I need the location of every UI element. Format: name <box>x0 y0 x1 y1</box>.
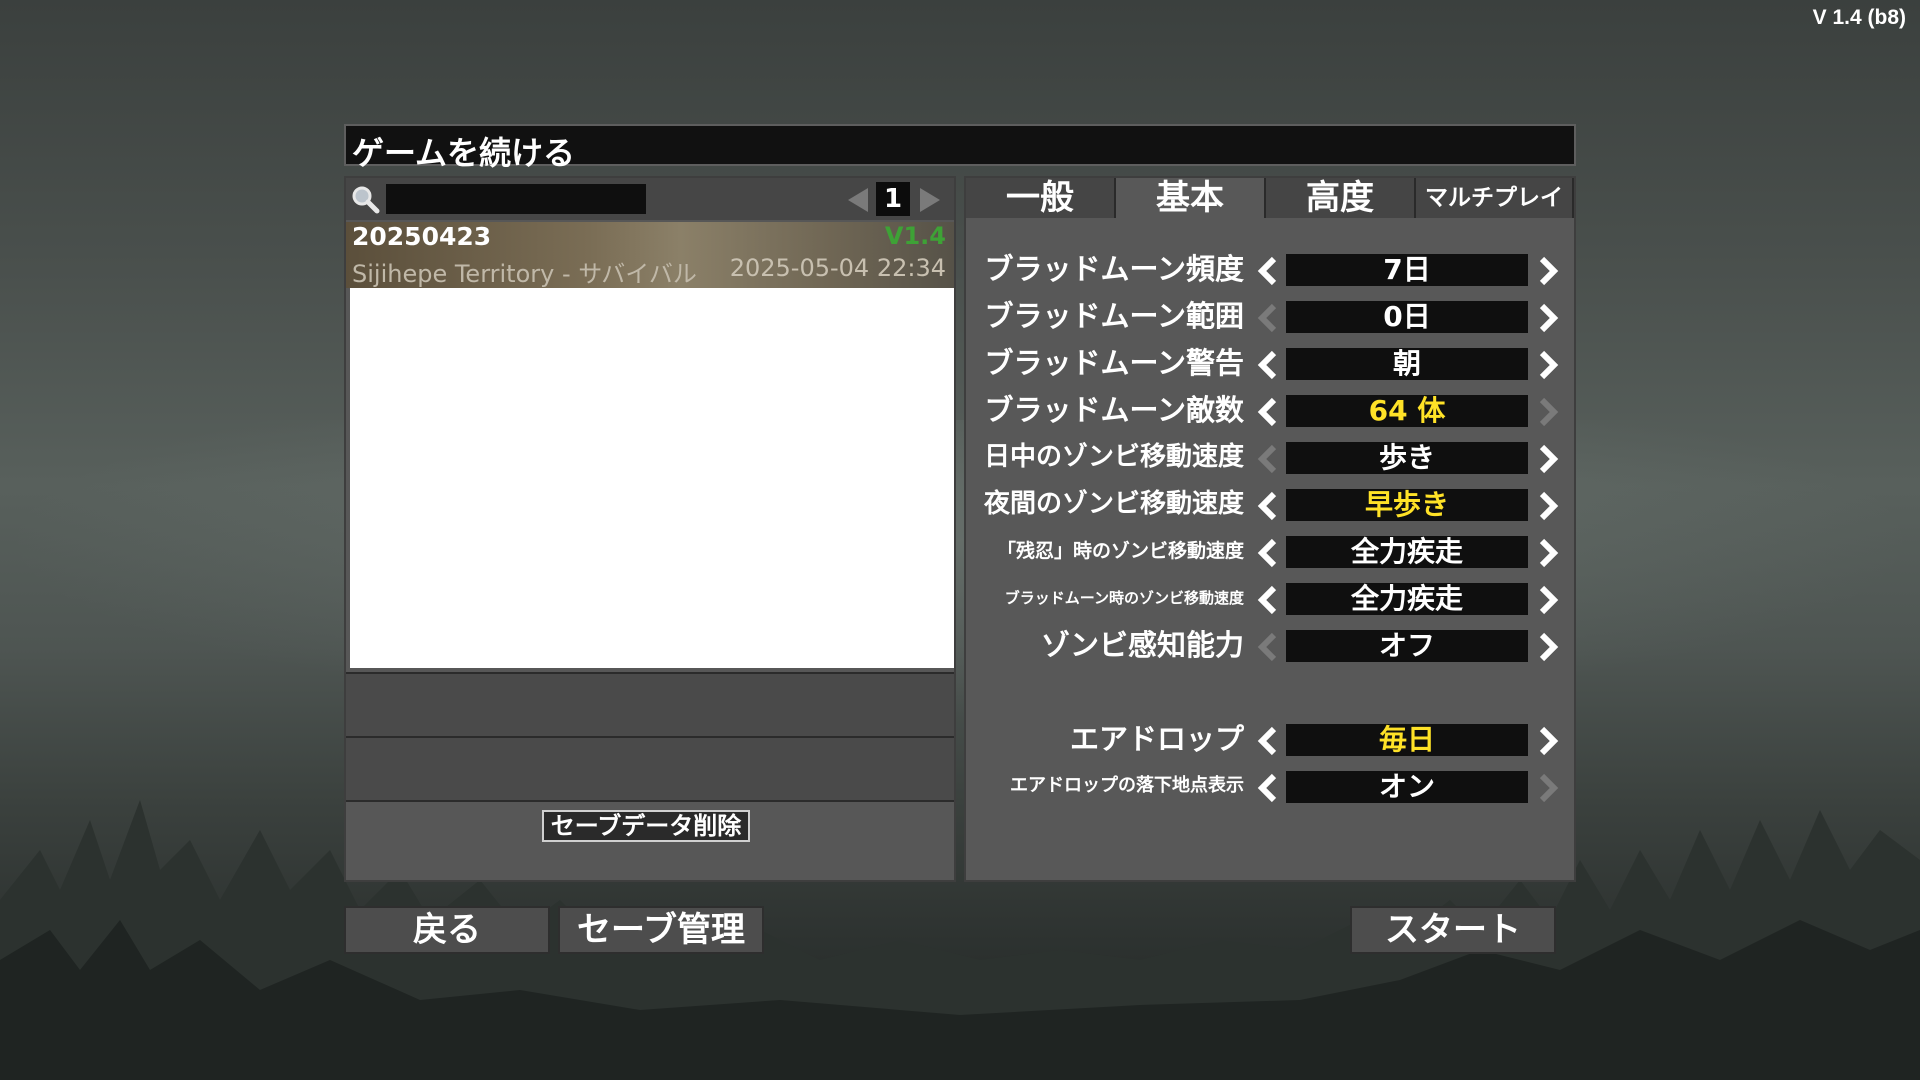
search-icon[interactable] <box>350 184 380 214</box>
save-list-panel: 1 20250423 V1.4 Sijihepe Territory - サバイ… <box>344 176 956 882</box>
background-sky <box>0 420 1920 720</box>
title-bar: ゲームを続ける <box>344 124 1576 172</box>
settings-panel: 一般 基本 高度 マルチプレイ ブラッドムーン頻度 7日 ブラッドムーン範囲 0… <box>964 176 1576 882</box>
setting-value: 歩き <box>1286 442 1528 474</box>
setting-row: 夜間のゾンビ移動速度 早歩き <box>966 485 1574 525</box>
setting-row: ブラッドムーン頻度 7日 <box>966 250 1574 290</box>
setting-row: エアドロップの落下地点表示 オン <box>966 767 1574 807</box>
setting-label: エアドロップ <box>1069 722 1244 756</box>
setting-value: 7日 <box>1286 254 1528 286</box>
chevron-left-icon[interactable] <box>1256 397 1280 427</box>
chevron-right-icon[interactable] <box>1536 585 1560 615</box>
setting-value: 0日 <box>1286 301 1528 333</box>
chevron-left-icon[interactable] <box>1256 444 1280 474</box>
setting-value: オン <box>1286 771 1528 803</box>
search-input[interactable] <box>386 184 646 214</box>
background-treeline <box>0 800 1920 1080</box>
setting-label: ブラッドムーン時のゾンビ移動速度 <box>1004 589 1244 607</box>
setting-row: ゾンビ感知能力 オフ <box>966 626 1574 666</box>
tab-multiplayer[interactable]: マルチプレイ <box>1416 178 1574 218</box>
setting-value: オフ <box>1286 630 1528 662</box>
start-button[interactable]: スタート <box>1350 906 1556 954</box>
chevron-left-icon[interactable] <box>1256 632 1280 662</box>
chevron-right-icon[interactable] <box>918 186 942 214</box>
delete-save-button[interactable]: セーブデータ削除 <box>542 810 750 842</box>
version-label: V 1.4 (b8) <box>1812 6 1906 29</box>
chevron-left-icon[interactable] <box>1256 726 1280 756</box>
setting-label: ゾンビ感知能力 <box>1040 628 1244 662</box>
save-date: 2025-05-04 22:34 <box>729 254 946 282</box>
chevron-left-icon[interactable] <box>1256 585 1280 615</box>
tab-general[interactable]: 一般 <box>966 178 1116 218</box>
setting-label: ブラッドムーン敵数 <box>984 393 1244 427</box>
chevron-right-icon[interactable] <box>1536 397 1560 427</box>
setting-label: ブラッドムーン範囲 <box>984 299 1244 333</box>
chevron-left-icon[interactable] <box>1256 256 1280 286</box>
page-number: 1 <box>876 182 910 216</box>
setting-row: 日中のゾンビ移動速度 歩き <box>966 438 1574 478</box>
chevron-left-icon[interactable] <box>1256 491 1280 521</box>
save-name: 20250423 <box>352 222 492 251</box>
settings-tabs: 一般 基本 高度 マルチプレイ <box>966 178 1574 218</box>
setting-row: 「残忍」時のゾンビ移動速度 全力疾走 <box>966 532 1574 572</box>
setting-value: 毎日 <box>1286 724 1528 756</box>
chevron-right-icon[interactable] <box>1536 491 1560 521</box>
chevron-left-icon[interactable] <box>1256 773 1280 803</box>
save-version: V1.4 <box>884 222 946 250</box>
chevron-left-icon[interactable] <box>1256 303 1280 333</box>
save-manage-button[interactable]: セーブ管理 <box>558 906 764 954</box>
chevron-left-icon[interactable] <box>1256 350 1280 380</box>
save-info-row <box>346 672 954 738</box>
setting-row: エアドロップ 毎日 <box>966 720 1574 760</box>
setting-label: 「残忍」時のゾンビ移動速度 <box>996 540 1244 562</box>
setting-row: ブラッドムーン時のゾンビ移動速度 全力疾走 <box>966 579 1574 619</box>
setting-label: 日中のゾンビ移動速度 <box>983 442 1244 472</box>
setting-value: 早歩き <box>1286 489 1528 521</box>
chevron-right-icon[interactable] <box>1536 303 1560 333</box>
save-info-row <box>346 738 954 802</box>
chevron-right-icon[interactable] <box>1536 726 1560 756</box>
chevron-left-icon[interactable] <box>1256 538 1280 568</box>
chevron-right-icon[interactable] <box>1536 538 1560 568</box>
setting-value: 全力疾走 <box>1286 583 1528 615</box>
save-preview-image <box>350 288 954 668</box>
chevron-right-icon[interactable] <box>1536 350 1560 380</box>
chevron-right-icon[interactable] <box>1536 444 1560 474</box>
setting-label: エアドロップの落下地点表示 <box>1010 775 1244 796</box>
search-bar: 1 <box>346 178 954 220</box>
chevron-left-icon[interactable] <box>846 186 870 214</box>
back-button[interactable]: 戻る <box>344 906 550 954</box>
setting-row: ブラッドムーン敵数 64 体 <box>966 391 1574 431</box>
setting-value: 朝 <box>1286 348 1528 380</box>
save-world: Sijihepe Territory - サバイバル <box>352 260 697 288</box>
setting-row: ブラッドムーン警告 朝 <box>966 344 1574 384</box>
page-title: ゲームを続ける <box>352 134 576 172</box>
setting-value: 全力疾走 <box>1286 536 1528 568</box>
tab-advanced[interactable]: 高度 <box>1266 178 1416 218</box>
chevron-right-icon[interactable] <box>1536 773 1560 803</box>
setting-row: ブラッドムーン範囲 0日 <box>966 297 1574 337</box>
save-list-item[interactable]: 20250423 V1.4 Sijihepe Territory - サバイバル… <box>346 222 954 288</box>
setting-label: ブラッドムーン頻度 <box>984 252 1244 286</box>
chevron-right-icon[interactable] <box>1536 632 1560 662</box>
setting-label: ブラッドムーン警告 <box>984 346 1244 380</box>
setting-value: 64 体 <box>1286 395 1528 427</box>
setting-label: 夜間のゾンビ移動速度 <box>983 489 1244 519</box>
chevron-right-icon[interactable] <box>1536 256 1560 286</box>
tab-basic[interactable]: 基本 <box>1116 178 1266 218</box>
